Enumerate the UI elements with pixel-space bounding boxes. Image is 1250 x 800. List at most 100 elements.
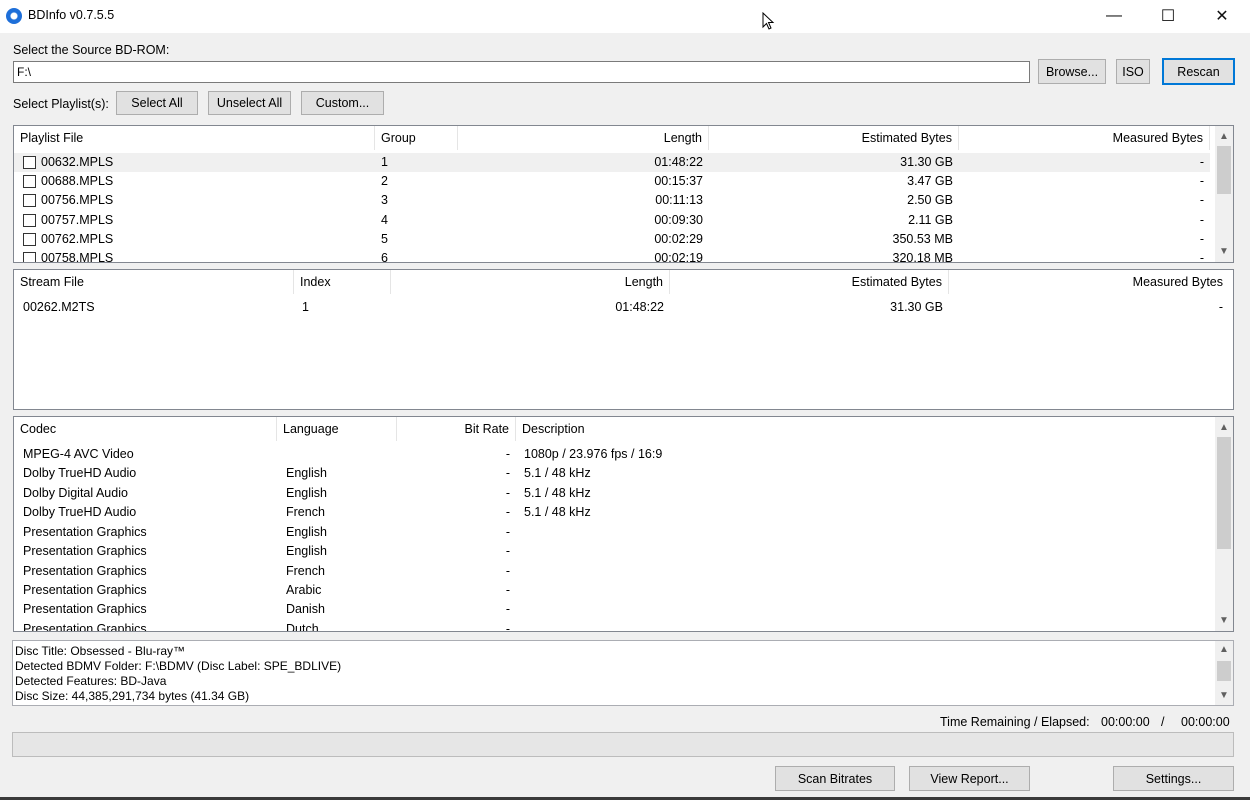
scroll-thumb[interactable] [1217, 437, 1231, 549]
playlist-checkbox[interactable] [23, 156, 36, 169]
playlist-length: 00:15:37 [654, 174, 703, 188]
stream-header-index[interactable]: Index [294, 270, 391, 294]
table-row[interactable]: 00757.MPLS 4 00:09:30 2.11 GB - [14, 211, 1210, 230]
codec-header-description[interactable]: Description [516, 417, 1210, 441]
scroll-thumb[interactable] [1217, 146, 1231, 194]
codec-name: Presentation Graphics [23, 564, 147, 578]
playlist-checkbox[interactable] [23, 252, 36, 262]
playlist-estimated: 320.18 MB [892, 251, 953, 263]
playlist-header-file[interactable]: Playlist File [14, 126, 375, 150]
unselect-all-button[interactable]: Unselect All [208, 91, 291, 115]
playlist-length: 00:11:13 [655, 193, 703, 207]
codec-scrollbar[interactable]: ▲ ▼ [1215, 417, 1233, 631]
playlist-file: 00756.MPLS [41, 193, 114, 207]
table-row[interactable]: Dolby Digital Audio English - 5.1 / 48 k… [14, 484, 1210, 503]
time-separator: / [1161, 715, 1165, 729]
features-line: Detected Features: BD-Java [15, 674, 167, 688]
scroll-up-icon[interactable]: ▲ [1215, 128, 1233, 145]
stream-header-length[interactable]: Length [391, 270, 670, 294]
codec-name: Presentation Graphics [23, 602, 147, 616]
table-row[interactable]: Presentation Graphics English - [14, 523, 1210, 542]
codec-header-codec[interactable]: Codec [14, 417, 277, 441]
codec-description: 5.1 / 48 kHz [524, 486, 591, 500]
codec-language: Dutch [286, 622, 319, 632]
playlist-checkbox[interactable] [23, 214, 36, 227]
title-bar: BDInfo v0.7.5.5 — ☐ ✕ [0, 0, 1250, 33]
scroll-thumb[interactable] [1217, 661, 1231, 681]
stream-header-file[interactable]: Stream File [14, 270, 294, 294]
playlist-length: 00:09:30 [654, 213, 703, 227]
scroll-down-icon[interactable]: ▼ [1215, 243, 1233, 260]
codec-header-language[interactable]: Language [277, 417, 397, 441]
close-button[interactable]: ✕ [1199, 0, 1245, 31]
stream-measured: - [1218, 300, 1223, 314]
table-row[interactable]: 00632.MPLS 1 01:48:22 31.30 GB - [14, 153, 1210, 172]
table-row[interactable]: 00762.MPLS 5 00:02:29 350.53 MB - [14, 230, 1210, 249]
rescan-button[interactable]: Rescan [1162, 58, 1235, 85]
codec-bitrate: - [505, 486, 510, 500]
table-row[interactable]: Presentation Graphics Dutch - [14, 620, 1210, 632]
codec-language: English [286, 525, 327, 539]
scroll-down-icon[interactable]: ▼ [1215, 612, 1233, 629]
source-path-input[interactable] [13, 61, 1030, 83]
table-row[interactable]: Presentation Graphics French - [14, 562, 1210, 581]
mouse-cursor-icon [762, 12, 775, 30]
playlist-measured: - [1199, 251, 1204, 263]
playlist-measured: - [1199, 155, 1204, 169]
playlist-checkbox[interactable] [23, 175, 36, 188]
scroll-up-icon[interactable]: ▲ [1215, 641, 1233, 658]
table-row[interactable]: Dolby TrueHD Audio English - 5.1 / 48 kH… [14, 464, 1210, 483]
playlist-checkbox[interactable] [23, 233, 36, 246]
disc-title-line: Disc Title: Obsessed - Blu-ray™ [15, 644, 186, 658]
table-row[interactable]: MPEG-4 AVC Video - 1080p / 23.976 fps / … [14, 445, 1210, 464]
playlist-header-estimated[interactable]: Estimated Bytes [709, 126, 959, 150]
playlist-measured: - [1199, 232, 1204, 246]
codec-name: Dolby TrueHD Audio [23, 466, 137, 480]
iso-button[interactable]: ISO [1116, 59, 1150, 84]
stream-header-estimated[interactable]: Estimated Bytes [670, 270, 949, 294]
table-row[interactable]: Presentation Graphics Danish - [14, 600, 1210, 619]
table-row[interactable]: Presentation Graphics Arabic - [14, 581, 1210, 600]
codec-name: Dolby TrueHD Audio [23, 505, 137, 519]
playlist-header-measured[interactable]: Measured Bytes [959, 126, 1210, 150]
bdinfo-app-icon [6, 8, 22, 24]
codec-name: Presentation Graphics [23, 583, 147, 597]
codec-name: MPEG-4 AVC Video [23, 447, 134, 461]
playlist-estimated: 2.50 GB [907, 193, 953, 207]
codec-language: English [286, 486, 327, 500]
table-row[interactable]: 00262.M2TS 1 01:48:22 31.30 GB - [14, 298, 1233, 317]
view-report-button[interactable]: View Report... [909, 766, 1030, 791]
stream-header-measured[interactable]: Measured Bytes [949, 270, 1229, 294]
disc-info-scrollbar[interactable]: ▲ ▼ [1215, 641, 1233, 705]
table-row[interactable]: Presentation Graphics English - [14, 542, 1210, 561]
codec-language: English [286, 544, 327, 558]
playlist-file: 00757.MPLS [41, 213, 114, 227]
source-label: Select the Source BD-ROM: [13, 43, 170, 57]
codec-header-bitrate[interactable]: Bit Rate [397, 417, 516, 441]
table-row[interactable]: 00688.MPLS 2 00:15:37 3.47 GB - [14, 172, 1210, 191]
table-row[interactable]: 00758.MPLS 6 00:02:19 320.18 MB - [14, 249, 1210, 263]
playlist-header-group[interactable]: Group [375, 126, 458, 150]
select-all-button[interactable]: Select All [116, 91, 198, 115]
codec-table: Codec Language Bit Rate Description MPEG… [13, 416, 1234, 632]
custom-button[interactable]: Custom... [301, 91, 384, 115]
maximize-button[interactable]: ☐ [1145, 0, 1191, 31]
disc-info-textbox[interactable]: Disc Title: Obsessed - Blu-ray™ Detected… [12, 640, 1234, 706]
playlist-checkbox[interactable] [23, 194, 36, 207]
settings-button[interactable]: Settings... [1113, 766, 1234, 791]
playlist-length: 00:02:29 [654, 232, 703, 246]
playlist-header-length[interactable]: Length [458, 126, 709, 150]
scroll-up-icon[interactable]: ▲ [1215, 419, 1233, 436]
codec-bitrate: - [505, 564, 510, 578]
playlist-scrollbar[interactable]: ▲ ▼ [1215, 126, 1233, 262]
browse-button[interactable]: Browse... [1038, 59, 1106, 84]
playlist-measured: - [1199, 193, 1204, 207]
playlist-estimated: 3.47 GB [907, 174, 953, 188]
table-row[interactable]: Dolby TrueHD Audio French - 5.1 / 48 kHz [14, 503, 1210, 522]
codec-name: Presentation Graphics [23, 622, 147, 632]
playlist-select-label: Select Playlist(s): [13, 97, 109, 111]
scroll-down-icon[interactable]: ▼ [1215, 687, 1233, 704]
minimize-button[interactable]: — [1091, 0, 1137, 31]
scan-bitrates-button[interactable]: Scan Bitrates [775, 766, 895, 791]
table-row[interactable]: 00756.MPLS 3 00:11:13 2.50 GB - [14, 191, 1210, 210]
